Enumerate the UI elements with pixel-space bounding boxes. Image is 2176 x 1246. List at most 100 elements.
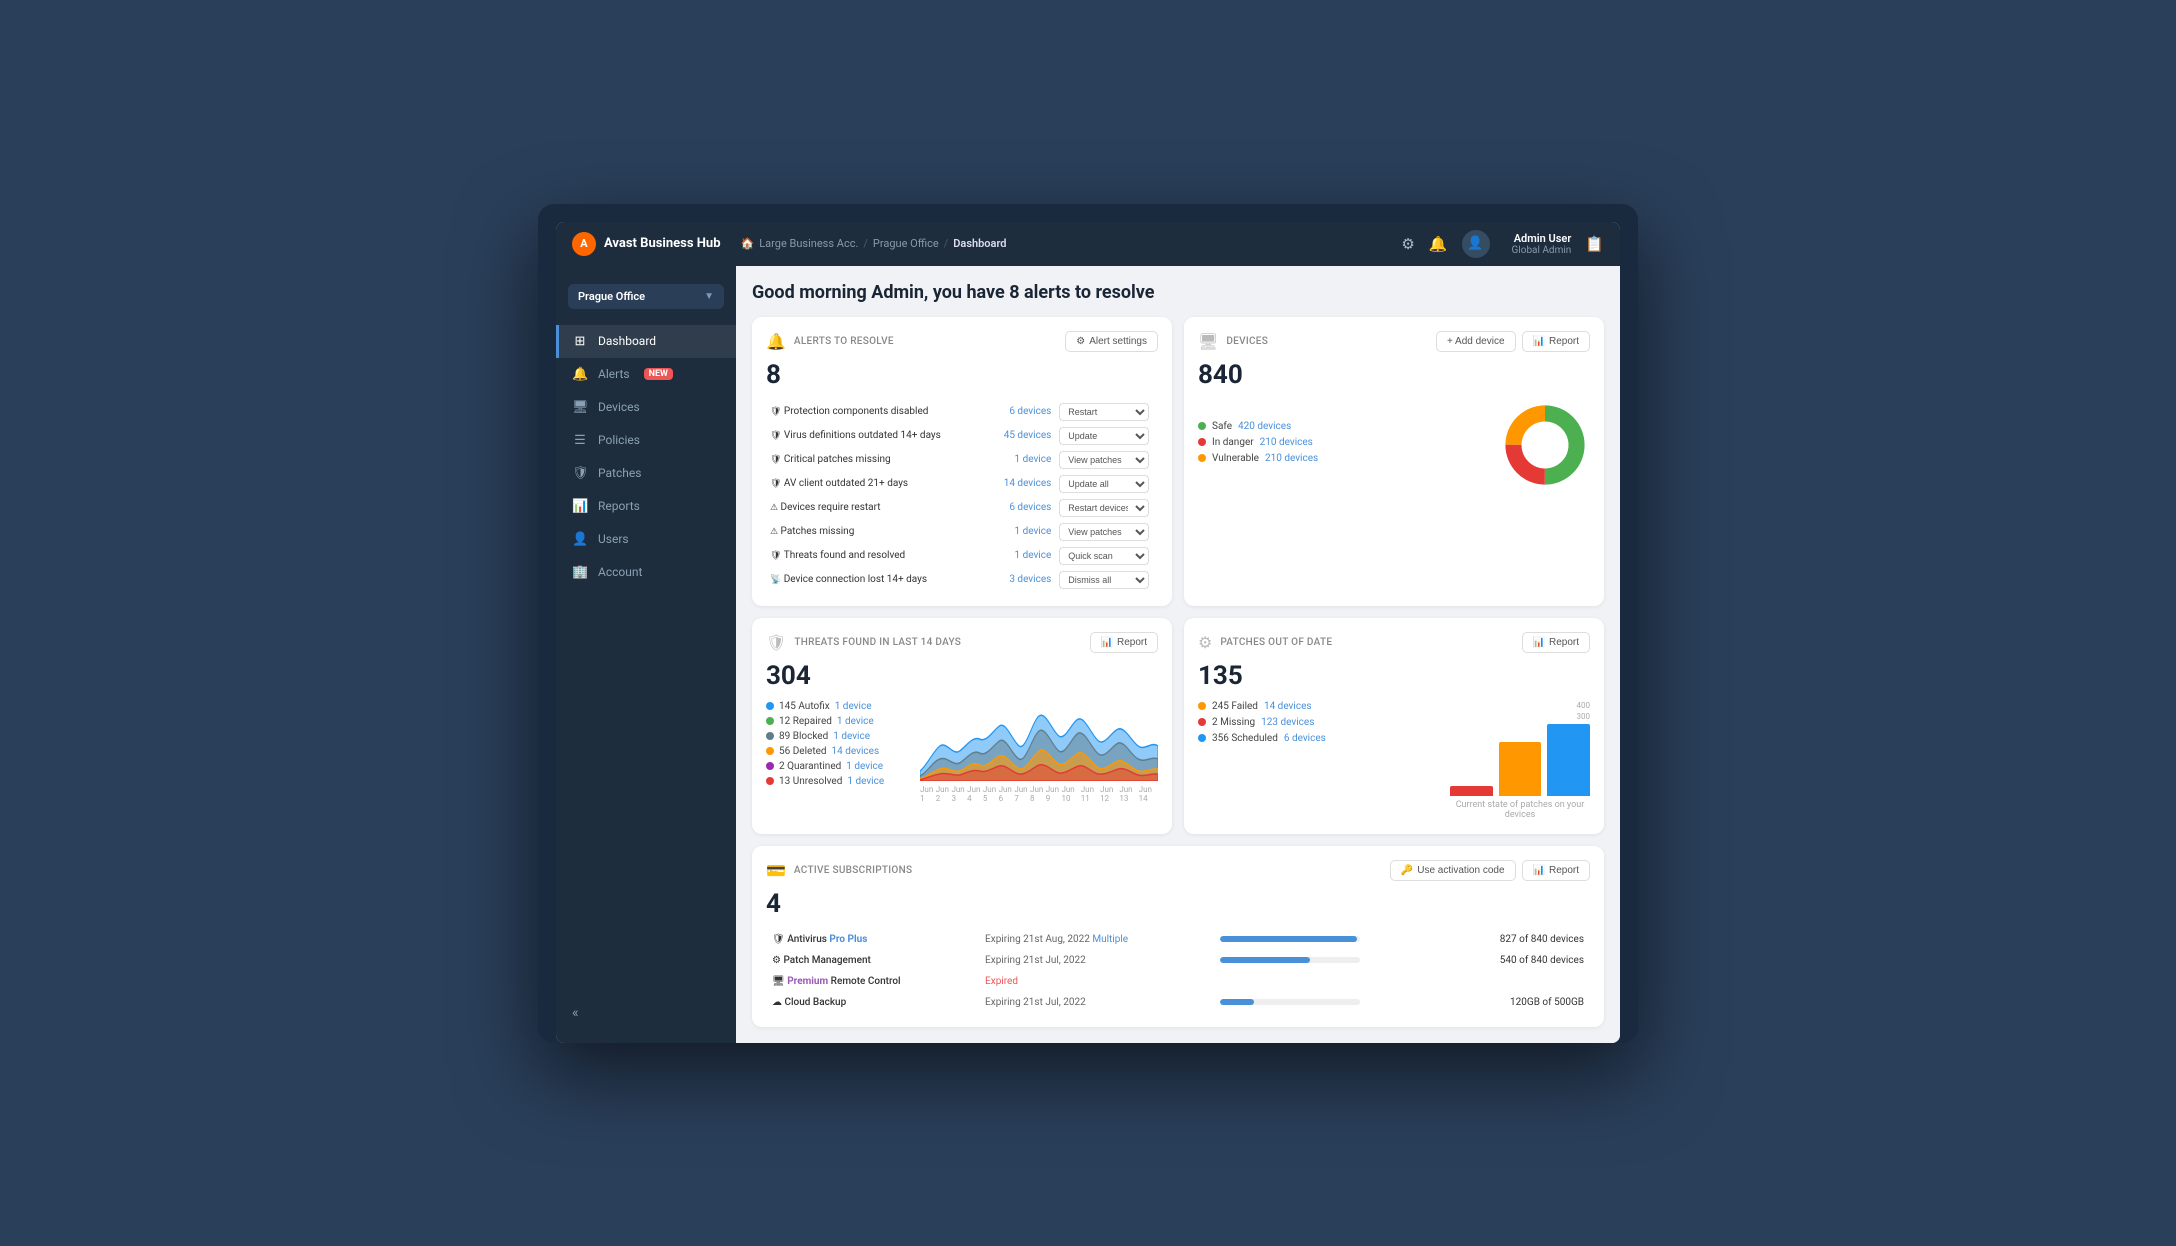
scheduled-link[interactable]: 6 devices xyxy=(1284,733,1326,744)
alert-devices-link[interactable]: 3 devices xyxy=(981,568,1055,592)
sub-icon: ☁ xyxy=(772,997,782,1008)
sidebar-item-policies[interactable]: ☰ Policies xyxy=(556,424,736,457)
danger-link[interactable]: 210 devices xyxy=(1260,437,1313,448)
alert-settings-button[interactable]: ⚙ Alert settings xyxy=(1065,331,1158,352)
subs-card-header: 💳 Active subscriptions 🔑 Use activation … xyxy=(766,860,1590,881)
users-icon: 👤 xyxy=(572,532,588,547)
alert-icon: 📡 xyxy=(770,575,781,585)
alert-devices-link[interactable]: 6 devices xyxy=(981,400,1055,424)
subs-card-label: Active subscriptions xyxy=(794,865,912,876)
subs-icon: 💳 xyxy=(766,861,786,880)
threats-card-header: 🛡 Threats found in last 14 days 📊 Report xyxy=(766,632,1158,653)
failed-link[interactable]: 14 devices xyxy=(1264,701,1312,712)
sub-icon: 🖥 xyxy=(772,976,785,987)
blocked-link[interactable]: 1 device xyxy=(833,731,870,742)
alert-action-select[interactable]: Quick scan xyxy=(1059,547,1149,565)
vulnerable-link[interactable]: 210 devices xyxy=(1265,453,1318,464)
legend-safe: Safe 420 devices xyxy=(1198,421,1500,432)
subscription-progress-bar xyxy=(1220,936,1360,942)
subs-report-button[interactable]: 📊 Report xyxy=(1522,860,1590,881)
patches-legend: 245 Failed 14 devices 2 Missing 123 devi… xyxy=(1198,701,1436,749)
notification-icon[interactable]: 🔔 xyxy=(1429,235,1448,253)
avatar[interactable]: 👤 xyxy=(1462,230,1490,258)
settings-icon[interactable]: ⚙ xyxy=(1401,235,1414,253)
report-icon: 📊 xyxy=(1533,336,1545,347)
failed-dot xyxy=(1198,702,1206,710)
alert-action-select[interactable]: View patches xyxy=(1059,451,1149,469)
alert-row: 📡 Device connection lost 14+ days 3 devi… xyxy=(766,568,1158,592)
sidebar-item-users[interactable]: 👤 Users xyxy=(556,523,736,556)
patches-card-icon: ⚙ xyxy=(1198,633,1212,652)
deleted-link[interactable]: 14 devices xyxy=(832,746,880,757)
alert-devices-link[interactable]: 1 device xyxy=(981,520,1055,544)
threats-card: 🛡 Threats found in last 14 days 📊 Report… xyxy=(752,618,1172,834)
alerts-count: 8 xyxy=(766,360,1158,390)
autofix-link[interactable]: 1 device xyxy=(835,701,872,712)
vulnerable-dot xyxy=(1198,454,1206,462)
devices-card-content: Safe 420 devices In danger 210 devices xyxy=(1198,400,1590,490)
repaired-link[interactable]: 1 device xyxy=(837,716,874,727)
alert-devices-link[interactable]: 1 device xyxy=(981,544,1055,568)
danger-dot xyxy=(1198,438,1206,446)
alert-icon: 🛡 xyxy=(770,431,781,441)
missing-link[interactable]: 123 devices xyxy=(1261,717,1314,728)
unresolved-link[interactable]: 1 device xyxy=(847,776,884,787)
sub-expiry: Expiring 21st Aug, 2022 xyxy=(985,934,1090,945)
missing-dot xyxy=(1198,718,1206,726)
legend-deleted: 56 Deleted 14 devices xyxy=(766,746,906,757)
alert-action-select[interactable]: View patches xyxy=(1059,523,1149,541)
top-bar-icons: ⚙ 🔔 👤 Admin User Global Admin 📋 xyxy=(1401,230,1604,258)
devices-report-button[interactable]: 📊 Report xyxy=(1522,331,1590,352)
alert-action-select[interactable]: Dismiss all xyxy=(1059,571,1149,589)
safe-link[interactable]: 420 devices xyxy=(1238,421,1291,432)
sub-tag[interactable]: Multiple xyxy=(1092,934,1128,945)
alert-action-select[interactable]: Update xyxy=(1059,427,1149,445)
alert-devices-link[interactable]: 1 device xyxy=(981,448,1055,472)
legend-danger: In danger 210 devices xyxy=(1198,437,1500,448)
alert-devices-link[interactable]: 45 devices xyxy=(981,424,1055,448)
patches-icon: 🛡 xyxy=(572,466,588,481)
alert-row: ⚠ Patches missing 1 device View patches xyxy=(766,520,1158,544)
user-role: Global Admin xyxy=(1512,245,1572,256)
alert-action-select[interactable]: Restart devices xyxy=(1059,499,1149,517)
alert-devices-link[interactable]: 6 devices xyxy=(981,496,1055,520)
sidebar-item-dashboard[interactable]: ⊞ Dashboard xyxy=(556,325,736,358)
sidebar-item-patches[interactable]: 🛡 Patches xyxy=(556,457,736,490)
breadcrumb-office[interactable]: Prague Office xyxy=(873,237,939,250)
sidebar-item-devices[interactable]: 🖥 Devices xyxy=(556,391,736,424)
add-device-button[interactable]: + Add device xyxy=(1436,331,1516,352)
activation-code-button[interactable]: 🔑 Use activation code xyxy=(1390,860,1516,881)
logo-icon: A xyxy=(572,232,596,256)
sub-expiry: Expiring 21st Jul, 2022 xyxy=(985,955,1086,966)
sidebar-collapse-button[interactable]: « xyxy=(556,993,736,1033)
alerts-card-header: 🔔 Alerts to resolve ⚙ Alert settings xyxy=(766,331,1158,352)
key-icon: 🔑 xyxy=(1401,865,1413,876)
alert-devices-link[interactable]: 14 devices xyxy=(981,472,1055,496)
sidebar-item-reports[interactable]: 📊 Reports xyxy=(556,490,736,523)
workspace-name: Prague Office xyxy=(578,290,645,303)
sidebar-label-dashboard: Dashboard xyxy=(598,334,656,348)
premium-label[interactable]: Premium xyxy=(787,976,828,987)
threats-count: 304 xyxy=(766,661,1158,691)
blocked-dot xyxy=(766,732,774,740)
sidebar-label-users: Users xyxy=(598,532,629,546)
quarantined-link[interactable]: 1 device xyxy=(846,761,883,772)
breadcrumb-account[interactable]: Large Business Acc. xyxy=(759,237,858,250)
devices-card: 🖥 Devices + Add device 📊 Report xyxy=(1184,317,1604,606)
subscriptions-table: 🛡 Antivirus Pro Plus Expiring 21st Aug, … xyxy=(766,929,1590,1013)
sub-icon: 🛡 xyxy=(772,934,785,945)
alert-action-select[interactable]: Restart xyxy=(1059,403,1149,421)
alert-icon: 🛡 xyxy=(770,407,781,417)
sidebar-label-reports: Reports xyxy=(598,499,640,513)
alert-row: 🛡 Critical patches missing 1 device View… xyxy=(766,448,1158,472)
alert-action-select[interactable]: Update all xyxy=(1059,475,1149,493)
apps-icon[interactable]: 📋 xyxy=(1585,235,1604,253)
sidebar-item-account[interactable]: 🏢 Account xyxy=(556,556,736,589)
threats-report-button[interactable]: 📊 Report xyxy=(1090,632,1158,653)
workspace-selector[interactable]: Prague Office ▼ xyxy=(568,284,724,309)
sidebar-item-alerts[interactable]: 🔔 Alerts NEW xyxy=(556,358,736,391)
shield-icon: 🛡 xyxy=(766,633,786,652)
patches-report-button[interactable]: 📊 Report xyxy=(1522,632,1590,653)
bar-chart-bars xyxy=(1450,718,1590,798)
legend-quarantined: 2 Quarantined 1 device xyxy=(766,761,906,772)
